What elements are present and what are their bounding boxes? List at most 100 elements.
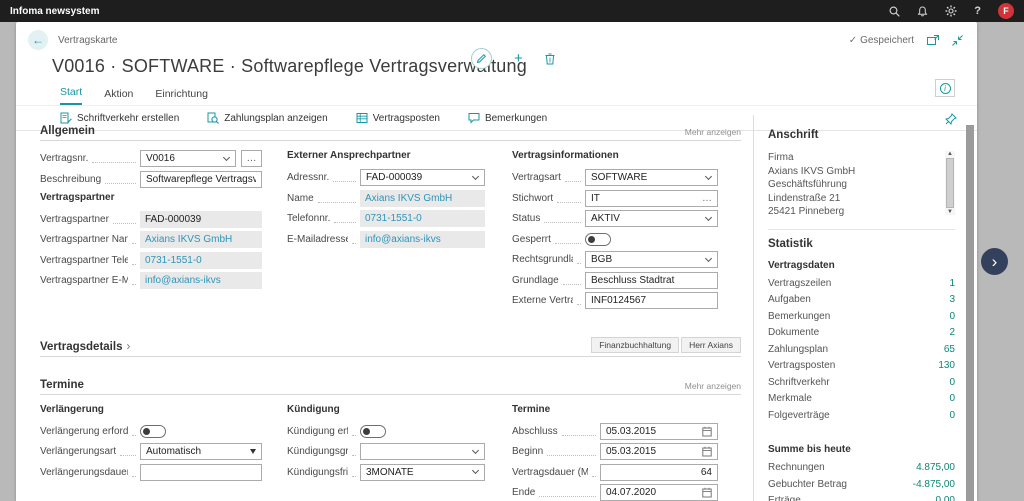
kuendigungsgrund-combobox[interactable] <box>360 443 485 460</box>
externe-vertragsnr-input[interactable]: INF0124567 <box>585 292 718 309</box>
tab-aktion[interactable]: Aktion <box>104 88 133 105</box>
notifications-bell-icon[interactable] <box>917 6 928 17</box>
details-info-button[interactable]: i <box>935 79 955 97</box>
field-adressnr: Adressnr. FAD-000039 <box>287 169 485 186</box>
statistik-value-link[interactable]: 0 <box>949 377 955 388</box>
gesperrt-toggle[interactable] <box>585 233 611 246</box>
vertical-scrollbar[interactable] <box>966 125 974 501</box>
select-arrow-icon[interactable] <box>250 449 256 454</box>
kuendigung-erforderlich-toggle[interactable] <box>360 425 386 438</box>
ende-date-input[interactable]: 04.07.2020 <box>600 484 718 501</box>
field-rechtsgrundlage: Rechtsgrundlage BGB <box>512 251 718 268</box>
expand-chevron-icon[interactable]: › <box>126 341 130 353</box>
help-icon[interactable]: ? <box>974 6 981 17</box>
field-kuendigung-erforderlich: Kündigung erforderlich <box>287 423 485 440</box>
chip-herr-axians[interactable]: Herr Axians <box>681 337 741 353</box>
vertragspartner-email-link[interactable]: info@axians-ikvs <box>140 272 262 289</box>
edit-pencil-button[interactable] <box>471 48 492 69</box>
statistik-value-link[interactable]: 3 <box>949 294 955 305</box>
vertragspartner-name-link[interactable]: Axians IKVS GmbH <box>140 231 262 248</box>
beginn-date-input[interactable]: 05.03.2015 <box>600 443 718 460</box>
settings-gear-icon[interactable] <box>945 5 957 17</box>
scrollbar-thumb[interactable] <box>966 125 974 501</box>
field-vertragspartner-email: Vertragspartner E-Mail-A... info@axians-… <box>40 272 262 289</box>
abschluss-date-input[interactable]: 05.03.2015 <box>600 423 718 440</box>
vertragsnr-combobox[interactable]: V0016 <box>140 150 236 167</box>
field-grundlage: Grundlage Beschluss Stadtrat <box>512 272 718 289</box>
app-title: Infoma newsystem <box>10 6 99 17</box>
calendar-icon[interactable] <box>702 426 712 437</box>
section-vertragsdetails-header[interactable]: Vertragsdetails› Finanzbuchhaltung Herr … <box>40 337 741 357</box>
chevron-down-icon[interactable] <box>472 446 479 453</box>
anschrift-scrollbar[interactable]: ▲ ▼ <box>945 151 955 215</box>
statistik-value-link[interactable]: 1 <box>949 278 955 289</box>
chevron-down-icon[interactable] <box>223 153 230 160</box>
field-kuendigungsfrist: Kündigungsfrist 3MONATE <box>287 464 485 481</box>
calendar-icon[interactable] <box>702 446 712 457</box>
status-combobox[interactable]: AKTIV <box>585 210 718 227</box>
verlaengerungsart-select[interactable]: Automatisch <box>140 443 262 460</box>
verlaengerungsdauer-input[interactable] <box>140 464 262 481</box>
tab-start[interactable]: Start <box>60 86 82 105</box>
chevron-down-icon[interactable] <box>705 254 712 261</box>
user-avatar[interactable]: F <box>998 3 1014 19</box>
summe-row: Gebuchter Betrag -4.875,00 <box>768 479 955 490</box>
statistik-value-link[interactable]: 0 <box>949 410 955 421</box>
statistik-value-link[interactable]: 0 <box>949 393 955 404</box>
adressnr-combobox[interactable]: FAD-000039 <box>360 169 485 186</box>
field-verlaengerungsart: Verlängerungsart Automatisch <box>40 443 262 460</box>
section-termine-header[interactable]: Termine Mehr anzeigen <box>40 379 741 395</box>
grundlage-input[interactable]: Beschluss Stadtrat <box>585 272 718 289</box>
telefonnr-link[interactable]: 0731-1551-0 <box>360 210 485 227</box>
name-link[interactable]: Axians IKVS GmbH <box>360 190 485 207</box>
kuendigungsfrist-combobox[interactable]: 3MONATE <box>360 464 485 481</box>
email-link[interactable]: info@axians-ikvs <box>360 231 485 248</box>
scroll-down-icon[interactable]: ▼ <box>947 209 953 215</box>
tab-einrichtung[interactable]: Einrichtung <box>155 88 208 105</box>
chip-finanzbuchhaltung[interactable]: Finanzbuchhaltung <box>591 337 679 353</box>
summe-value-link[interactable]: 0,00 <box>936 495 955 501</box>
field-vertragspartner: Vertragspartner FAD-000039 <box>40 211 262 228</box>
new-plus-button[interactable]: + <box>514 50 523 67</box>
statistik-value-link[interactable]: 2 <box>949 327 955 338</box>
rechtsgrundlage-combobox[interactable]: BGB <box>585 251 718 268</box>
field-externe-vertragsnr: Externe Vertragsnr. INF0124567 <box>512 292 718 309</box>
calendar-icon[interactable] <box>702 487 712 498</box>
verlaengerung-erforderlich-toggle[interactable] <box>140 425 166 438</box>
chevron-down-icon[interactable] <box>705 172 712 179</box>
scroll-thumb[interactable] <box>946 158 954 208</box>
termine-mehr-anzeigen-link[interactable]: Mehr anzeigen <box>685 381 741 391</box>
stichwort-input[interactable]: IT… <box>585 190 718 207</box>
statistik-value-link[interactable]: 65 <box>944 344 955 355</box>
stichwort-assist-icon[interactable]: … <box>702 193 712 204</box>
field-status: Status AKTIV <box>512 210 718 227</box>
delete-trash-button[interactable] <box>545 53 555 65</box>
back-button[interactable]: ← <box>28 30 48 50</box>
search-icon[interactable] <box>889 6 900 17</box>
statistik-row: Vertragszeilen 1 <box>768 278 955 289</box>
vertragsart-combobox[interactable]: SOFTWARE <box>585 169 718 186</box>
next-record-button[interactable]: › <box>981 248 1008 275</box>
field-stichwort: Stichwort IT… <box>512 190 718 207</box>
statistik-value-link[interactable]: 130 <box>938 360 955 371</box>
chevron-down-icon[interactable] <box>472 172 479 179</box>
allgemein-mehr-anzeigen-link[interactable]: Mehr anzeigen <box>685 127 741 137</box>
field-ende: Ende 04.07.2020 <box>512 484 718 501</box>
vertragsdauer-input[interactable]: 64 <box>600 464 718 481</box>
collapse-resize-icon[interactable] <box>952 35 963 46</box>
breadcrumb[interactable]: Vertragskarte <box>58 35 117 46</box>
statistik-value-link[interactable]: 0 <box>949 311 955 322</box>
summe-value-link[interactable]: 4.875,00 <box>916 462 955 473</box>
chevron-down-icon[interactable] <box>472 467 479 474</box>
open-in-window-icon[interactable] <box>927 35 939 45</box>
field-verlaengerung-erforderlich: Verlängerung erforderlich <box>40 423 262 440</box>
vertragsnr-assist-button[interactable]: … <box>241 150 262 167</box>
summe-value-link[interactable]: -4.875,00 <box>913 479 955 490</box>
chevron-down-icon[interactable] <box>705 213 712 220</box>
scroll-up-icon[interactable]: ▲ <box>947 151 953 157</box>
vertragspartner-value[interactable]: FAD-000039 <box>140 211 262 228</box>
statistik-row: Aufgaben 3 <box>768 294 955 305</box>
section-allgemein-header[interactable]: Allgemein Mehr anzeigen <box>40 125 741 141</box>
beschreibung-input[interactable]: Softwarepflege Vertragsverwaltung <box>140 171 262 188</box>
vertragspartner-telefon-link[interactable]: 0731-1551-0 <box>140 252 262 269</box>
